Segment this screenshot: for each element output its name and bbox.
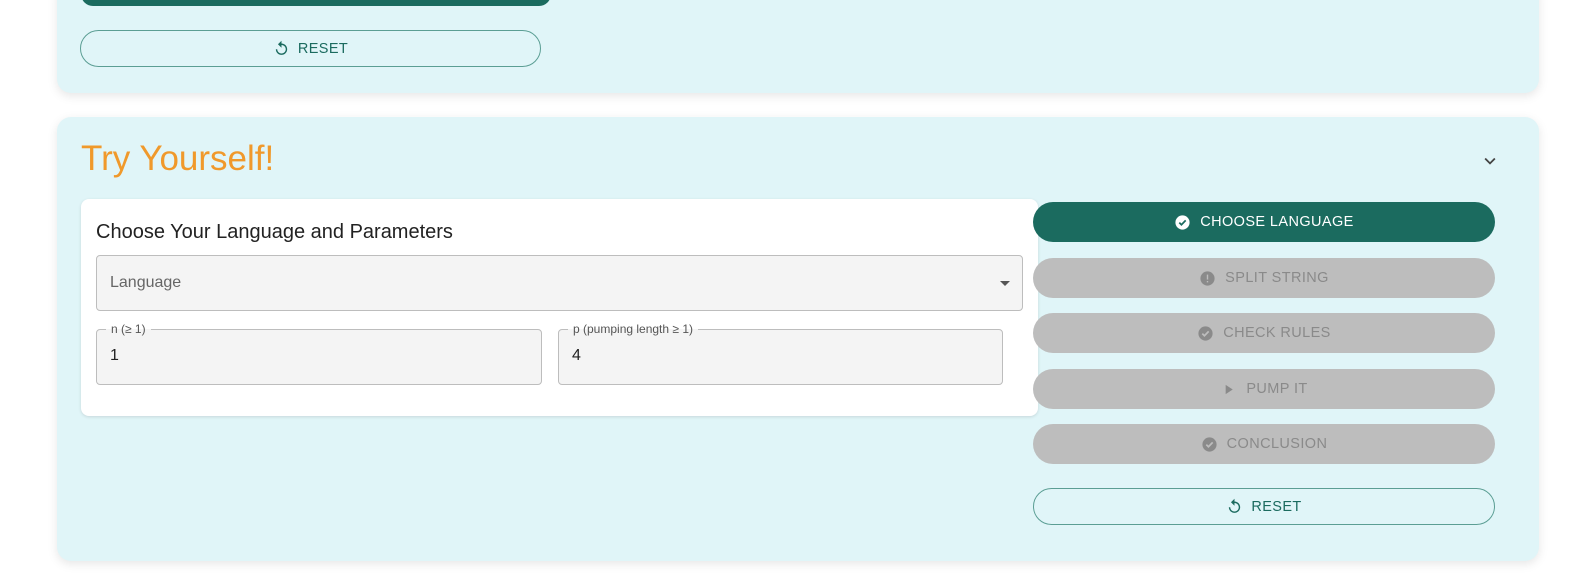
top-reset-label: RESET [297,40,349,57]
language-select-placeholder: Language [110,274,182,291]
reset-button[interactable]: RESET [1033,488,1495,525]
reset-icon [275,40,287,55]
n-field-label: n (≥ 1) [106,322,151,336]
n-input[interactable] [110,347,466,365]
language-select[interactable]: Language [96,255,1023,311]
play-icon [1225,384,1234,394]
language-parameters-panel: Choose Your Language and Parameters Lang… [81,199,1038,416]
p-field-label: p (pumping length ≥ 1) [568,322,698,336]
n-field[interactable]: n (≥ 1) [96,322,542,385]
panel-heading: Choose Your Language and Parameters [96,221,453,243]
choose-language-label: CHOOSE LANGUAGE [1200,214,1354,230]
exclamation-circle-icon [1200,270,1215,286]
reset-icon [1229,498,1241,513]
p-field[interactable]: p (pumping length ≥ 1) [558,322,1003,385]
section-title: Try Yourself! [81,139,275,178]
chevron-down-icon[interactable] [1479,150,1501,172]
top-reset-button[interactable]: RESET [80,30,541,67]
conclusion-button[interactable]: CONCLUSION [1033,424,1495,464]
check-rules-label: CHECK RULES [1223,325,1331,341]
conclusion-label: CONCLUSION [1226,436,1328,452]
check-circle-icon [1198,325,1213,341]
split-string-button[interactable]: SPLIT STRING [1033,258,1495,298]
pump-it-button[interactable]: PUMP IT [1033,369,1495,409]
previous-primary-button[interactable] [81,0,551,6]
split-string-label: SPLIT STRING [1225,270,1329,286]
try-yourself-card: Try Yourself! Choose Your Language and P… [57,117,1539,561]
check-circle-icon [1202,436,1217,452]
dropdown-caret-icon [1000,281,1010,286]
previous-section-card: RESET [57,0,1539,93]
p-input[interactable] [572,347,927,365]
pump-it-label: PUMP IT [1246,381,1308,397]
check-rules-button[interactable]: CHECK RULES [1033,313,1495,353]
choose-language-button[interactable]: CHOOSE LANGUAGE [1033,202,1495,242]
reset-label: RESET [1251,498,1302,515]
check-circle-icon [1175,214,1190,230]
